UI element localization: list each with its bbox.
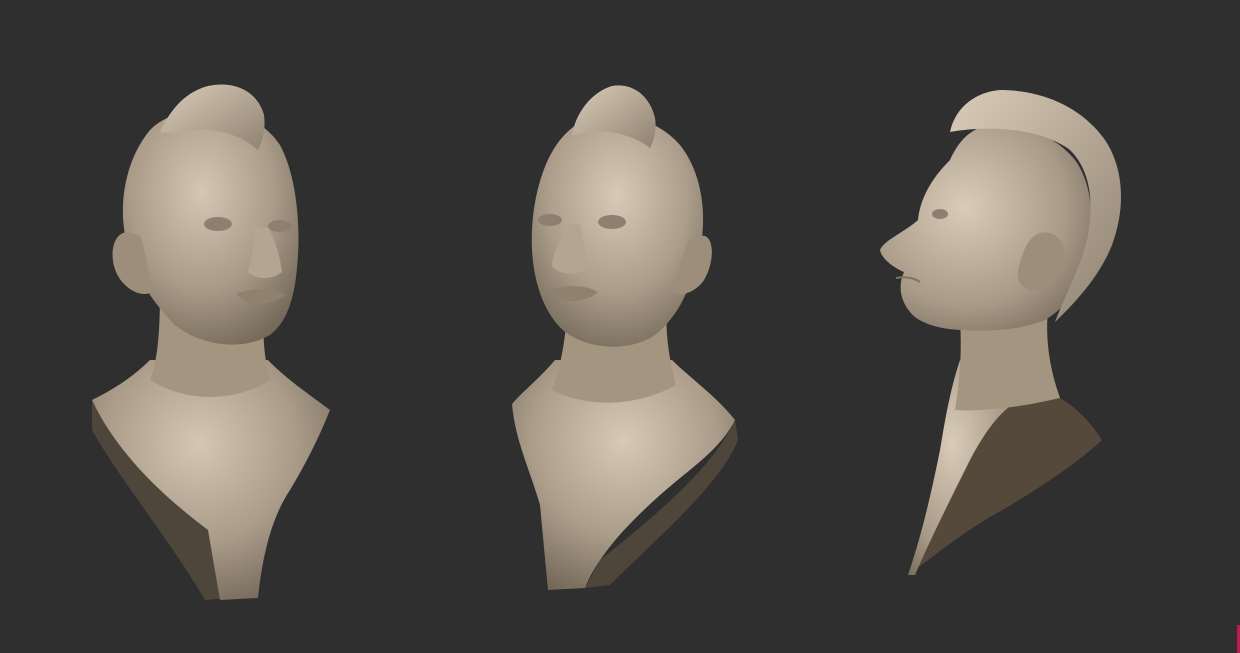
bust-profile-left xyxy=(880,90,1122,575)
bust-2-head xyxy=(531,114,704,347)
bust-1-eye-left xyxy=(204,217,232,231)
bust-three-quarter-left xyxy=(512,85,738,590)
bust-three-quarter-right xyxy=(92,84,330,600)
bust-2-eye-right xyxy=(598,215,626,229)
bust-1-eye-right xyxy=(268,220,292,232)
bust-2-eye-left xyxy=(538,214,562,226)
render-scene xyxy=(92,84,1122,600)
bust-3-head xyxy=(880,124,1092,331)
sculpt-viewport[interactable] xyxy=(0,0,1240,653)
bust-3-eye xyxy=(932,209,948,219)
